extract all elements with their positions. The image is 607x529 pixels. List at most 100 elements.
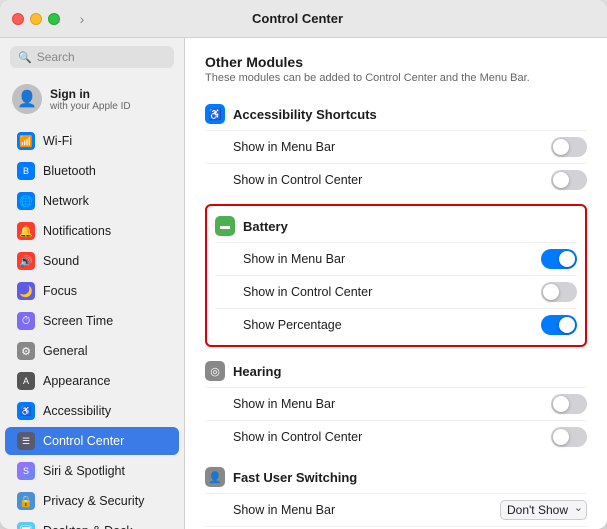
toggle-acc-controlcenter[interactable] bbox=[551, 170, 587, 190]
controlcenter-icon: ☰ bbox=[17, 432, 35, 450]
toggle-row-acc-menubar: Show in Menu Bar bbox=[205, 130, 587, 163]
accessibility-icon: ♿ bbox=[17, 402, 35, 420]
sidebar: 🔍 Search 👤 Sign in with your Apple ID 📶 … bbox=[0, 38, 185, 529]
toggle-row-acc-controlcenter: Show in Control Center bbox=[205, 163, 587, 196]
sidebar-item-focus[interactable]: 🌙 Focus bbox=[5, 277, 179, 305]
sidebar-item-label: Wi-Fi bbox=[43, 134, 72, 148]
sidebar-item-label: Notifications bbox=[43, 224, 111, 238]
toggle-label-hearing-controlcenter: Show in Control Center bbox=[233, 430, 362, 444]
sidebar-item-siri[interactable]: S Siri & Spotlight bbox=[5, 457, 179, 485]
wifi-icon: 📶 bbox=[17, 132, 35, 150]
appearance-icon: A bbox=[17, 372, 35, 390]
sidebar-item-label: Accessibility bbox=[43, 404, 111, 418]
module-name-fast-user: Fast User Switching bbox=[233, 470, 357, 485]
module-header-accessibility-shortcuts: ♿ Accessibility Shortcuts bbox=[205, 98, 587, 126]
sidebar-item-desktop[interactable]: 🖥 Desktop & Dock bbox=[5, 517, 179, 529]
sidebar-item-label: Desktop & Dock bbox=[43, 524, 133, 529]
sidebar-item-notifications[interactable]: 🔔 Notifications bbox=[5, 217, 179, 245]
module-header-fast-user: 👤 Fast User Switching bbox=[205, 461, 587, 489]
notifications-icon: 🔔 bbox=[17, 222, 35, 240]
forward-arrow-icon[interactable]: › bbox=[72, 9, 92, 29]
sidebar-item-wifi[interactable]: 📶 Wi-Fi bbox=[5, 127, 179, 155]
titlebar: ‹ › Control Center bbox=[0, 0, 607, 38]
sidebar-item-label: Privacy & Security bbox=[43, 494, 144, 508]
module-name-hearing: Hearing bbox=[233, 364, 281, 379]
avatar: 👤 bbox=[12, 84, 42, 114]
toggle-battery-menubar[interactable] bbox=[541, 249, 577, 269]
user-subtitle: with your Apple ID bbox=[50, 101, 131, 112]
sidebar-item-label: General bbox=[43, 344, 87, 358]
sidebar-item-privacy[interactable]: 🔒 Privacy & Security bbox=[5, 487, 179, 515]
toggle-label-battery-menubar: Show in Menu Bar bbox=[243, 252, 345, 266]
toggle-row-battery-controlcenter: Show in Control Center bbox=[215, 275, 577, 308]
sidebar-item-accessibility[interactable]: ♿ Accessibility bbox=[5, 397, 179, 425]
user-info: Sign in with your Apple ID bbox=[50, 87, 131, 112]
toggle-label-acc-menubar: Show in Menu Bar bbox=[233, 140, 335, 154]
battery-icon: ▬ bbox=[215, 216, 235, 236]
sound-icon: 🔊 bbox=[17, 252, 35, 270]
toggle-acc-menubar[interactable] bbox=[551, 137, 587, 157]
back-arrow-icon[interactable]: ‹ bbox=[48, 9, 68, 29]
sidebar-item-general[interactable]: ⚙ General bbox=[5, 337, 179, 365]
module-battery-highlighted: ▬ Battery Show in Menu Bar Show in Contr… bbox=[205, 204, 587, 347]
fast-user-icon: 👤 bbox=[205, 467, 225, 487]
focus-icon: 🌙 bbox=[17, 282, 35, 300]
toggle-label-hearing-menubar: Show in Menu Bar bbox=[233, 397, 335, 411]
main-window: ‹ › Control Center 🔍 Search 👤 Sign in wi… bbox=[0, 0, 607, 529]
sidebar-item-sound[interactable]: 🔊 Sound bbox=[5, 247, 179, 275]
sidebar-item-label: Bluetooth bbox=[43, 164, 96, 178]
search-icon: 🔍 bbox=[18, 51, 32, 64]
fast-user-dropdown[interactable]: Don't Show bbox=[500, 500, 587, 520]
sidebar-item-label: Control Center bbox=[43, 434, 124, 448]
toggle-label-acc-controlcenter: Show in Control Center bbox=[233, 173, 362, 187]
module-header-hearing: ◎ Hearing bbox=[205, 355, 587, 383]
toggle-row-hearing-controlcenter: Show in Control Center bbox=[205, 420, 587, 453]
fast-user-dropdown-wrapper[interactable]: Don't Show bbox=[500, 500, 587, 520]
user-section[interactable]: 👤 Sign in with your Apple ID bbox=[0, 76, 184, 122]
search-box[interactable]: 🔍 Search bbox=[10, 46, 174, 68]
sidebar-item-label: Appearance bbox=[43, 374, 110, 388]
bluetooth-icon: B bbox=[17, 162, 35, 180]
sidebar-item-label: Screen Time bbox=[43, 314, 113, 328]
toggle-label-battery-percentage: Show Percentage bbox=[243, 318, 342, 332]
module-header-battery: ▬ Battery bbox=[215, 210, 577, 238]
module-name-accessibility-shortcuts: Accessibility Shortcuts bbox=[233, 107, 377, 122]
accessibility-shortcuts-icon: ♿ bbox=[205, 104, 225, 124]
content-area: 🔍 Search 👤 Sign in with your Apple ID 📶 … bbox=[0, 38, 607, 529]
main-content: Other Modules These modules can be added… bbox=[185, 38, 607, 529]
module-fast-user-switching: 👤 Fast User Switching Show in Menu Bar D… bbox=[205, 461, 587, 529]
toggle-label-fastuser-menubar: Show in Menu Bar bbox=[233, 503, 335, 517]
sidebar-item-label: Sound bbox=[43, 254, 79, 268]
section-subtitle: These modules can be added to Control Ce… bbox=[205, 72, 587, 84]
sidebar-item-appearance[interactable]: A Appearance bbox=[5, 367, 179, 395]
privacy-icon: 🔒 bbox=[17, 492, 35, 510]
desktop-icon: 🖥 bbox=[17, 522, 35, 529]
network-icon: 🌐 bbox=[17, 192, 35, 210]
hearing-icon: ◎ bbox=[205, 361, 225, 381]
sidebar-item-screentime[interactable]: ⏱ Screen Time bbox=[5, 307, 179, 335]
module-hearing: ◎ Hearing Show in Menu Bar Show in Contr… bbox=[205, 355, 587, 453]
toggle-battery-percentage[interactable] bbox=[541, 315, 577, 335]
toggle-row-fastuser-menubar: Show in Menu Bar Don't Show bbox=[205, 493, 587, 526]
screentime-icon: ⏱ bbox=[17, 312, 35, 330]
sidebar-item-label: Siri & Spotlight bbox=[43, 464, 125, 478]
sidebar-item-network[interactable]: 🌐 Network bbox=[5, 187, 179, 215]
sidebar-item-bluetooth[interactable]: B Bluetooth bbox=[5, 157, 179, 185]
section-title: Other Modules bbox=[205, 54, 587, 70]
toggle-row-battery-menubar: Show in Menu Bar bbox=[215, 242, 577, 275]
search-placeholder: Search bbox=[37, 50, 75, 64]
module-name-battery: Battery bbox=[243, 219, 288, 234]
toggle-row-hearing-menubar: Show in Menu Bar bbox=[205, 387, 587, 420]
toggle-battery-controlcenter[interactable] bbox=[541, 282, 577, 302]
siri-icon: S bbox=[17, 462, 35, 480]
module-accessibility-shortcuts: ♿ Accessibility Shortcuts Show in Menu B… bbox=[205, 98, 587, 196]
toggle-hearing-controlcenter[interactable] bbox=[551, 427, 587, 447]
sidebar-item-label: Focus bbox=[43, 284, 77, 298]
general-icon: ⚙ bbox=[17, 342, 35, 360]
toggle-row-battery-percentage: Show Percentage bbox=[215, 308, 577, 341]
user-name: Sign in bbox=[50, 87, 131, 101]
sidebar-item-controlcenter[interactable]: ☰ Control Center bbox=[5, 427, 179, 455]
toggle-label-battery-controlcenter: Show in Control Center bbox=[243, 285, 372, 299]
sidebar-item-label: Network bbox=[43, 194, 89, 208]
toggle-hearing-menubar[interactable] bbox=[551, 394, 587, 414]
